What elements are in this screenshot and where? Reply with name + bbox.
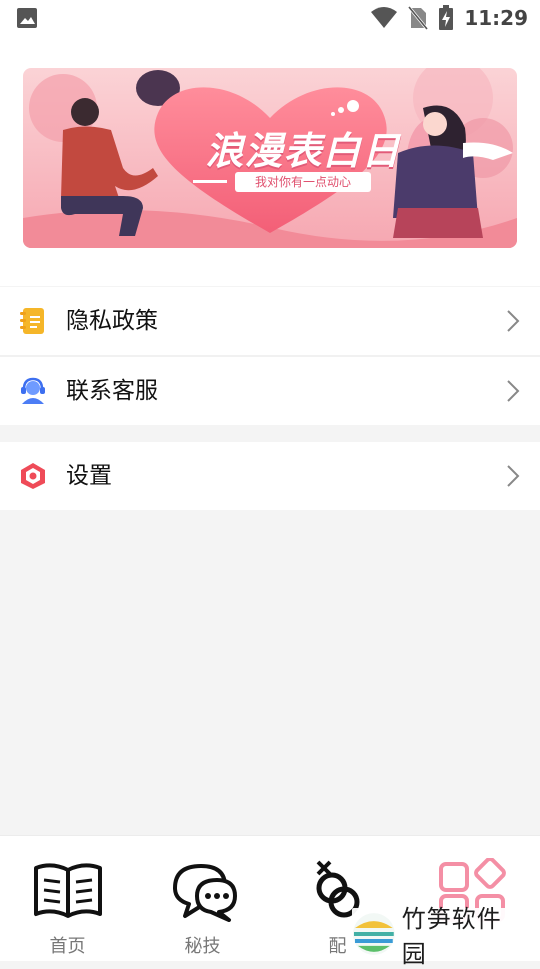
chevron-right-icon	[507, 310, 520, 332]
tab-label: 首页	[49, 936, 86, 957]
watermark-text: 竹笋软件园	[401, 905, 502, 968]
promo-banner[interactable]: 浪漫表白日 我对你有一点动心	[23, 68, 517, 248]
chevron-right-icon	[507, 465, 520, 487]
customer-service-icon	[21, 377, 45, 404]
gallery-icon	[17, 8, 37, 28]
wifi-icon	[371, 7, 398, 28]
watermark-logo-icon	[352, 913, 395, 955]
menu-item-label: 隐私政策	[66, 308, 158, 334]
menu-item-settings[interactable]: 设置	[0, 442, 540, 510]
no-sim-icon	[408, 6, 429, 30]
settings-hexagon-icon	[21, 463, 45, 489]
notebook-icon	[20, 308, 44, 334]
menu-item-contact-service[interactable]: 联系客服	[0, 357, 540, 425]
watermark: 竹笋软件园	[352, 905, 540, 968]
menu-item-label: 设置	[66, 463, 112, 489]
banner-title: 浪漫表白日	[205, 129, 401, 173]
status-bar: 11:29	[0, 0, 540, 36]
tab-tips[interactable]: 秘技	[135, 836, 270, 961]
menu-item-label: 联系客服	[66, 378, 158, 404]
open-book-icon	[34, 863, 102, 918]
tab-home[interactable]: 首页	[0, 836, 135, 961]
menu-item-privacy-policy[interactable]: 隐私政策	[0, 287, 540, 355]
clock: 11:29	[464, 6, 528, 30]
chevron-right-icon	[507, 380, 520, 402]
battery-charging-icon	[439, 5, 454, 30]
tab-label: 秘技	[184, 936, 221, 957]
chat-bubbles-icon	[173, 864, 237, 922]
banner-subtitle: 我对你有一点动心	[235, 172, 371, 192]
